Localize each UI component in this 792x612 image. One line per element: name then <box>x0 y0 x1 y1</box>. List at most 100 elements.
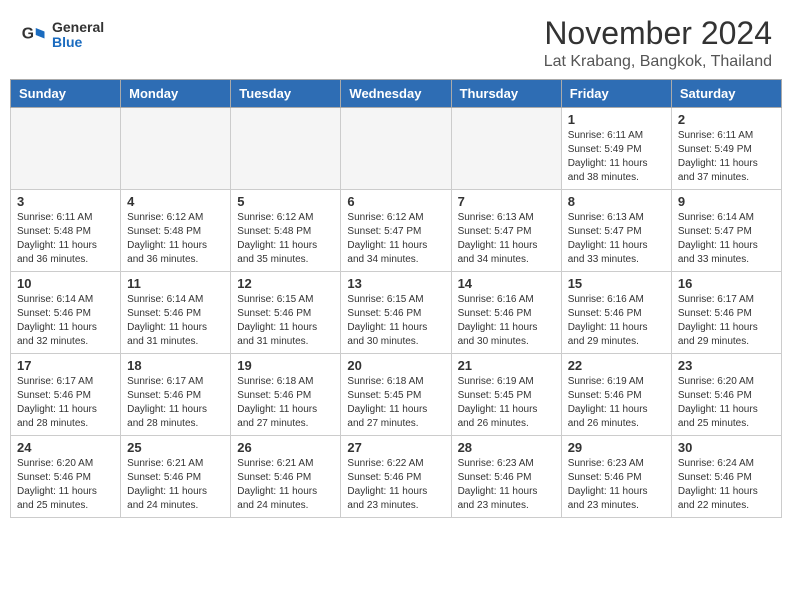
day-info: Sunrise: 6:13 AMSunset: 5:47 PMDaylight:… <box>458 211 555 267</box>
day-number: 10 <box>17 276 114 291</box>
day-info: Sunrise: 6:11 AMSunset: 5:48 PMDaylight:… <box>17 211 114 267</box>
day-info: Sunrise: 6:14 AMSunset: 5:46 PMDaylight:… <box>17 293 114 349</box>
calendar-cell: 11Sunrise: 6:14 AMSunset: 5:46 PMDayligh… <box>121 272 231 354</box>
logo-blue-text: Blue <box>52 35 104 50</box>
day-info: Sunrise: 6:14 AMSunset: 5:47 PMDaylight:… <box>678 211 775 267</box>
day-info: Sunrise: 6:15 AMSunset: 5:46 PMDaylight:… <box>347 293 444 349</box>
calendar-cell: 29 Sunrise: 6:23 AMSunset: 5:46 PMDayligh… <box>561 436 671 518</box>
calendar-body: 1 Sunrise: 6:11 AMSunset: 5:49 PMDaylight… <box>11 108 782 518</box>
weekday-header-sunday: Sunday <box>11 80 121 108</box>
day-info: Sunrise: 6:13 AMSunset: 5:47 PMDaylight:… <box>568 211 665 267</box>
calendar-cell: 5 Sunrise: 6:12 AMSunset: 5:48 PMDaylight… <box>231 190 341 272</box>
calendar-cell: 4 Sunrise: 6:12 AMSunset: 5:48 PMDaylight… <box>121 190 231 272</box>
calendar-week-3: 17 Sunrise: 6:17 AMSunset: 5:46 PMDayligh… <box>11 354 782 436</box>
day-number: 17 <box>17 358 114 373</box>
calendar-cell: 24Sunrise: 6:20 AMSunset: 5:46 PMDayligh… <box>11 436 121 518</box>
day-number: 16 <box>678 276 775 291</box>
calendar-cell: 12 Sunrise: 6:15 AMSunset: 5:46 PMDayligh… <box>231 272 341 354</box>
day-info: Sunrise: 6:12 AMSunset: 5:48 PMDaylight:… <box>127 211 224 267</box>
calendar-cell: 17Sunrise: 6:17 AMSunset: 5:46 PMDayligh… <box>11 354 121 436</box>
day-number: 13 <box>347 276 444 291</box>
calendar-wrapper: SundayMondayTuesdayWednesdayThursdayFrid… <box>0 79 792 528</box>
logo: G General Blue <box>20 20 104 51</box>
calendar-cell: 9 Sunrise: 6:14 AMSunset: 5:47 PMDaylight… <box>671 190 781 272</box>
calendar-cell: 28Sunrise: 6:23 AMSunset: 5:46 PMDayligh… <box>451 436 561 518</box>
month-title: November 2024 <box>544 16 772 51</box>
day-info: Sunrise: 6:18 AMSunset: 5:45 PMDaylight:… <box>347 375 444 431</box>
day-info: Sunrise: 6:21 AMSunset: 5:46 PMDaylight:… <box>127 457 224 513</box>
calendar-week-0: 1 Sunrise: 6:11 AMSunset: 5:49 PMDaylight… <box>11 108 782 190</box>
svg-text:G: G <box>22 26 34 43</box>
title-block: November 2024 Lat Krabang, Bangkok, Thai… <box>544 16 772 71</box>
day-number: 20 <box>347 358 444 373</box>
calendar-week-2: 10 Sunrise: 6:14 AMSunset: 5:46 PMDayligh… <box>11 272 782 354</box>
weekday-header-friday: Friday <box>561 80 671 108</box>
day-info: Sunrise: 6:15 AMSunset: 5:46 PMDaylight:… <box>237 293 334 349</box>
day-number: 19 <box>237 358 334 373</box>
calendar-table: SundayMondayTuesdayWednesdayThursdayFrid… <box>10 79 782 518</box>
calendar-week-4: 24Sunrise: 6:20 AMSunset: 5:46 PMDayligh… <box>11 436 782 518</box>
day-number: 23 <box>678 358 775 373</box>
calendar-cell: 8 Sunrise: 6:13 AMSunset: 5:47 PMDaylight… <box>561 190 671 272</box>
day-info: Sunrise: 6:17 AMSunset: 5:46 PMDaylight:… <box>678 293 775 349</box>
day-number: 9 <box>678 194 775 209</box>
calendar-cell: 2Sunrise: 6:11 AMSunset: 5:49 PMDaylight… <box>671 108 781 190</box>
day-number: 5 <box>237 194 334 209</box>
day-info: Sunrise: 6:20 AMSunset: 5:46 PMDaylight:… <box>17 457 114 513</box>
day-number: 26 <box>237 440 334 455</box>
day-info: Sunrise: 6:22 AMSunset: 5:46 PMDaylight:… <box>347 457 444 513</box>
calendar-cell: 20 Sunrise: 6:18 AMSunset: 5:45 PMDayligh… <box>341 354 451 436</box>
weekday-header-row: SundayMondayTuesdayWednesdayThursdayFrid… <box>11 80 782 108</box>
day-number: 30 <box>678 440 775 455</box>
weekday-header-tuesday: Tuesday <box>231 80 341 108</box>
day-number: 12 <box>237 276 334 291</box>
calendar-week-1: 3Sunrise: 6:11 AMSunset: 5:48 PMDaylight… <box>11 190 782 272</box>
day-number: 18 <box>127 358 224 373</box>
day-number: 4 <box>127 194 224 209</box>
day-number: 7 <box>458 194 555 209</box>
calendar-cell: 18 Sunrise: 6:17 AMSunset: 5:46 PMDayligh… <box>121 354 231 436</box>
day-info: Sunrise: 6:20 AMSunset: 5:46 PMDaylight:… <box>678 375 775 431</box>
day-number: 27 <box>347 440 444 455</box>
calendar-cell: 6 Sunrise: 6:12 AMSunset: 5:47 PMDaylight… <box>341 190 451 272</box>
calendar-cell: 19 Sunrise: 6:18 AMSunset: 5:46 PMDayligh… <box>231 354 341 436</box>
day-info: Sunrise: 6:17 AMSunset: 5:46 PMDaylight:… <box>127 375 224 431</box>
calendar-cell: 27 Sunrise: 6:22 AMSunset: 5:46 PMDayligh… <box>341 436 451 518</box>
calendar-cell: 16 Sunrise: 6:17 AMSunset: 5:46 PMDayligh… <box>671 272 781 354</box>
calendar-cell: 15Sunrise: 6:16 AMSunset: 5:46 PMDayligh… <box>561 272 671 354</box>
day-number: 1 <box>568 112 665 127</box>
calendar-cell: 1 Sunrise: 6:11 AMSunset: 5:49 PMDaylight… <box>561 108 671 190</box>
calendar-cell: 30 Sunrise: 6:24 AMSunset: 5:46 PMDayligh… <box>671 436 781 518</box>
calendar-cell: 21Sunrise: 6:19 AMSunset: 5:45 PMDayligh… <box>451 354 561 436</box>
calendar-cell: 7 Sunrise: 6:13 AMSunset: 5:47 PMDaylight… <box>451 190 561 272</box>
day-info: Sunrise: 6:21 AMSunset: 5:46 PMDaylight:… <box>237 457 334 513</box>
day-info: Sunrise: 6:24 AMSunset: 5:46 PMDaylight:… <box>678 457 775 513</box>
calendar-cell: 23 Sunrise: 6:20 AMSunset: 5:46 PMDayligh… <box>671 354 781 436</box>
day-info: Sunrise: 6:23 AMSunset: 5:46 PMDaylight:… <box>568 457 665 513</box>
day-info: Sunrise: 6:16 AMSunset: 5:46 PMDaylight:… <box>568 293 665 349</box>
day-info: Sunrise: 6:12 AMSunset: 5:48 PMDaylight:… <box>237 211 334 267</box>
day-number: 21 <box>458 358 555 373</box>
calendar-cell: 25Sunrise: 6:21 AMSunset: 5:46 PMDayligh… <box>121 436 231 518</box>
calendar-cell: 3Sunrise: 6:11 AMSunset: 5:48 PMDaylight… <box>11 190 121 272</box>
calendar-cell: 13 Sunrise: 6:15 AMSunset: 5:46 PMDayligh… <box>341 272 451 354</box>
day-info: Sunrise: 6:19 AMSunset: 5:46 PMDaylight:… <box>568 375 665 431</box>
day-info: Sunrise: 6:12 AMSunset: 5:47 PMDaylight:… <box>347 211 444 267</box>
day-number: 14 <box>458 276 555 291</box>
day-number: 8 <box>568 194 665 209</box>
day-number: 6 <box>347 194 444 209</box>
calendar-header: SundayMondayTuesdayWednesdayThursdayFrid… <box>11 80 782 108</box>
day-info: Sunrise: 6:18 AMSunset: 5:46 PMDaylight:… <box>237 375 334 431</box>
calendar-cell <box>451 108 561 190</box>
day-number: 22 <box>568 358 665 373</box>
calendar-cell <box>231 108 341 190</box>
day-number: 29 <box>568 440 665 455</box>
calendar-cell <box>11 108 121 190</box>
logo-general-text: General <box>52 20 104 35</box>
weekday-header-wednesday: Wednesday <box>341 80 451 108</box>
location-title: Lat Krabang, Bangkok, Thailand <box>544 53 772 71</box>
day-info: Sunrise: 6:11 AMSunset: 5:49 PMDaylight:… <box>568 129 665 185</box>
calendar-cell: 10 Sunrise: 6:14 AMSunset: 5:46 PMDayligh… <box>11 272 121 354</box>
calendar-cell: 22 Sunrise: 6:19 AMSunset: 5:46 PMDayligh… <box>561 354 671 436</box>
day-info: Sunrise: 6:14 AMSunset: 5:46 PMDaylight:… <box>127 293 224 349</box>
